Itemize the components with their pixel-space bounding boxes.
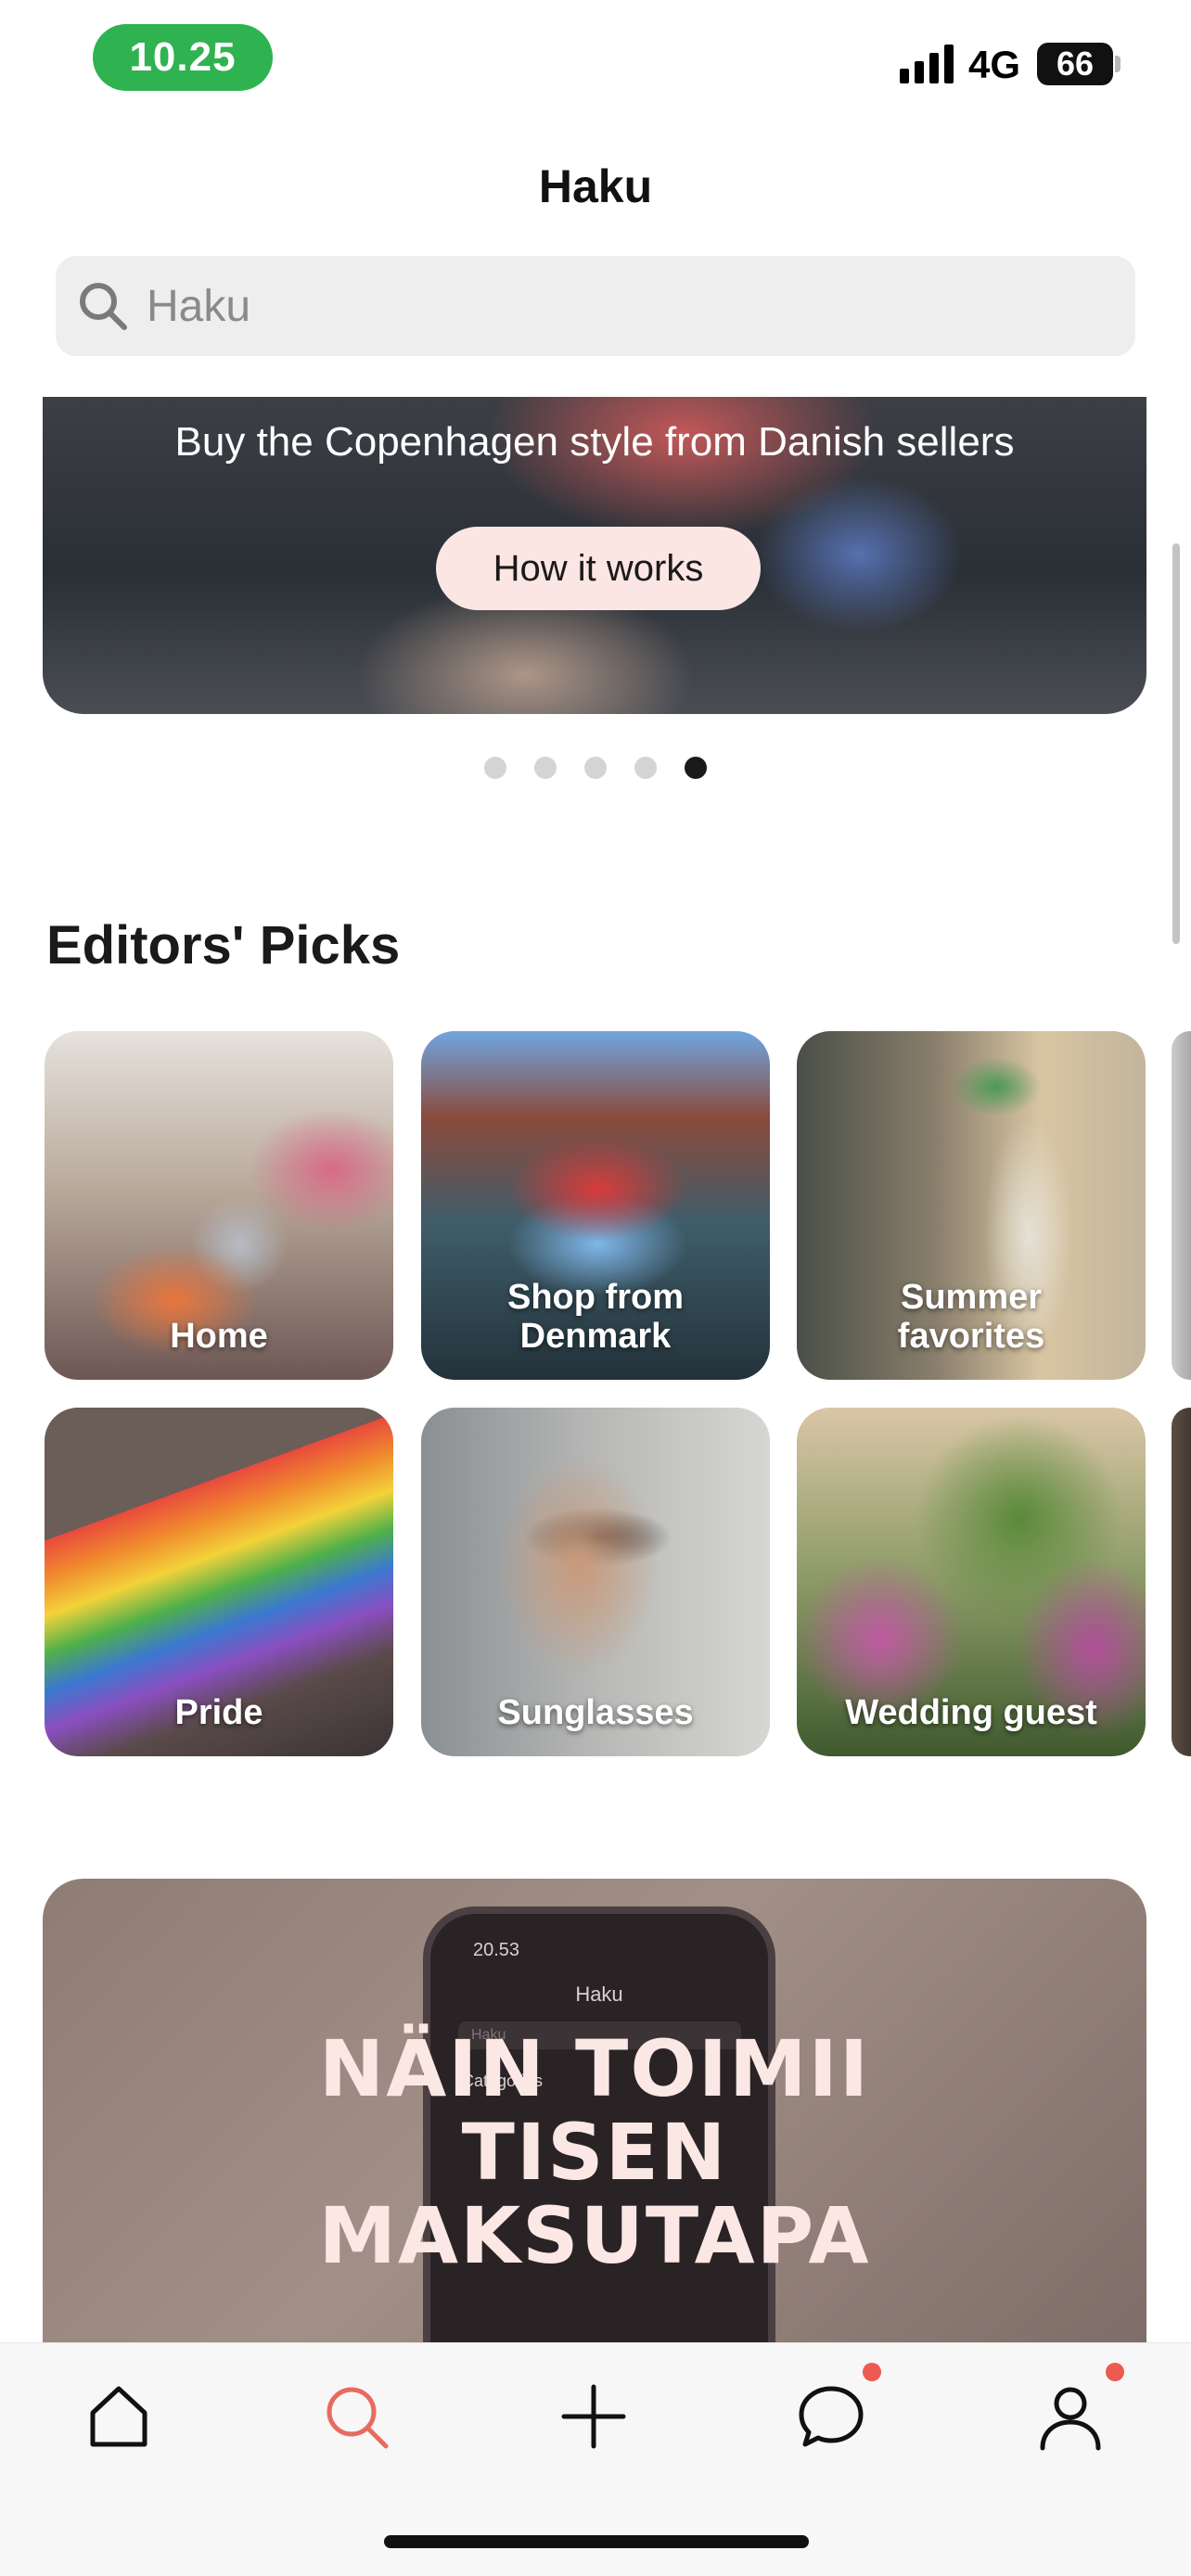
phone-time: 20.53: [473, 1940, 520, 1960]
battery-icon: 66: [1037, 43, 1113, 85]
home-icon: [90, 2386, 147, 2447]
home-indicator: [384, 2535, 809, 2548]
promo-line: MAKSUTAPA: [318, 2190, 871, 2281]
promo-line: TISEN: [461, 2107, 728, 2198]
tab-inbox[interactable]: [790, 2376, 872, 2457]
battery-level: 66: [1056, 45, 1095, 83]
carousel-dot-active[interactable]: [685, 757, 707, 779]
profile-badge: [1106, 2363, 1124, 2381]
page-title: Haku: [538, 160, 653, 212]
status-time: 10.25: [93, 24, 273, 91]
profile-icon: [1040, 2387, 1101, 2451]
tab-sell[interactable]: [553, 2376, 634, 2457]
pick-tile-home[interactable]: Home: [45, 1031, 393, 1380]
search-bar[interactable]: [56, 256, 1135, 356]
pick-tile-label: Wedding guest: [845, 1693, 1097, 1732]
pick-tile-partial[interactable]: [1172, 1408, 1191, 1756]
signal-strength-icon: [900, 45, 954, 83]
pick-tile-label: Home: [170, 1317, 268, 1356]
inbox-badge: [863, 2363, 881, 2381]
scrollbar[interactable]: [1172, 543, 1180, 944]
carousel-dot[interactable]: [584, 757, 607, 779]
carousel-dot[interactable]: [484, 757, 506, 779]
carousel-dots: [0, 757, 1191, 779]
plus-icon: [561, 2384, 626, 2449]
carousel-dot[interactable]: [534, 757, 557, 779]
how-it-works-button[interactable]: How it works: [436, 527, 761, 610]
chat-bubble-icon: [799, 2386, 864, 2447]
pick-tile-label: Pride: [174, 1693, 263, 1732]
search-icon: [327, 2387, 389, 2449]
editors-picks-title: Editors' Picks: [46, 915, 401, 976]
phone-title: Haku: [575, 1983, 623, 2006]
pick-tile-sunglasses[interactable]: Sunglasses: [421, 1408, 770, 1756]
pick-tile-label: Shop from Denmark: [507, 1278, 684, 1356]
promo-headline: NÄIN TOIMII TISEN MAKSUTAPA: [43, 2027, 1146, 2277]
pick-tile-pride[interactable]: Pride: [45, 1408, 393, 1756]
tab-profile[interactable]: [1030, 2376, 1111, 2457]
status-bar: 10.25 4G 66: [0, 0, 1191, 121]
search-icon: [80, 283, 127, 330]
pick-tile-shop-from-denmark[interactable]: Shop from Denmark: [421, 1031, 770, 1380]
pick-tile-label: Sunglasses: [497, 1693, 694, 1732]
promo-line: NÄIN TOIMII: [318, 2023, 871, 2114]
hero-banner[interactable]: Buy the Copenhagen style from Danish sel…: [43, 397, 1146, 714]
payment-promo-banner[interactable]: 20.53 Haku Haku Categories NÄIN TOIMII T…: [43, 1879, 1146, 2361]
tab-home[interactable]: [78, 2376, 160, 2457]
pick-tile-partial[interactable]: [1172, 1031, 1191, 1380]
search-input[interactable]: [147, 280, 1074, 332]
hero-subtitle: Buy the Copenhagen style from Danish sel…: [174, 419, 1015, 465]
pick-tile-label: Summer favorites: [897, 1278, 1045, 1356]
pick-tile-summer-favorites[interactable]: Summer favorites: [797, 1031, 1146, 1380]
carousel-dot[interactable]: [634, 757, 657, 779]
tab-search[interactable]: [315, 2376, 397, 2457]
network-type: 4G: [968, 43, 1021, 86]
pick-tile-wedding-guest[interactable]: Wedding guest: [797, 1408, 1146, 1756]
battery-tip: [1115, 56, 1121, 72]
